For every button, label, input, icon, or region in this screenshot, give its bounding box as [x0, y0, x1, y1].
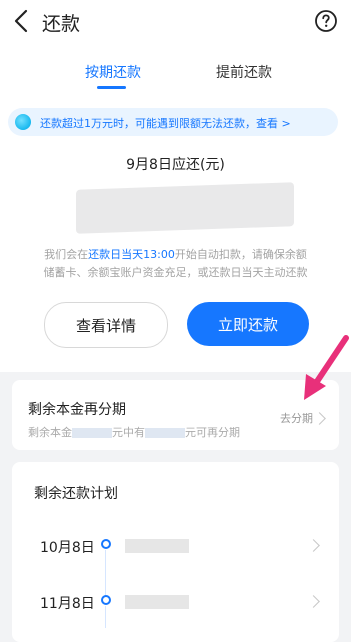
desc-suffix: 开始自动扣款，请确保余额 — [174, 248, 307, 261]
installment-title: 剩余本金再分期 — [28, 402, 126, 418]
auto-debit-description-line2: 储蓄卡、余额宝账户资金充足，或还款日当天主动还款 — [43, 266, 308, 279]
back-icon[interactable] — [8, 6, 36, 36]
plan-title: 剩余还款计划 — [34, 486, 118, 502]
tab-early-repayment[interactable]: 提前还款 — [216, 62, 272, 82]
timeline-dot — [101, 595, 111, 605]
timeline-dot — [101, 539, 111, 549]
active-tab-indicator — [97, 86, 126, 89]
limit-notice-text[interactable]: 还款超过1万元时，可能遇到限额无法还款，查看 > — [40, 115, 291, 131]
help-icon[interactable] — [314, 9, 338, 33]
repay-now-button[interactable]: 立即还款 — [187, 302, 309, 346]
installment-sub-suffix: 元可再分期 — [185, 426, 240, 439]
tab-bar — [0, 44, 351, 92]
redacted-value — [145, 428, 185, 438]
redacted-value — [72, 428, 112, 438]
page-title: 还款 — [42, 13, 81, 35]
plan-amount-redacted — [125, 539, 189, 553]
plan-item-date: 11月8日 — [40, 596, 95, 612]
desc-prefix: 我们会在 — [44, 248, 89, 261]
plan-amount-redacted — [125, 595, 189, 609]
view-details-button[interactable]: 查看详情 — [44, 302, 168, 348]
amount-redacted — [76, 182, 294, 234]
auto-debit-description: 我们会在还款日当天13:00开始自动扣款，请确保余额 — [14, 246, 337, 264]
plan-item-date: 10月8日 — [40, 540, 95, 556]
installment-sub-prefix: 剩余本金 — [28, 426, 72, 439]
annotation-arrow-icon — [304, 335, 349, 400]
installment-sub-middle: 元中有 — [112, 426, 145, 439]
tab-scheduled-repayment[interactable]: 按期还款 — [85, 62, 141, 82]
go-installment-link[interactable]: 去分期 — [280, 410, 313, 426]
desc-highlight: 还款日当天13:00 — [88, 248, 175, 261]
timeline-line — [105, 606, 106, 628]
timeline-line — [105, 550, 106, 600]
due-amount-title: 9月8日应还(元) — [126, 157, 225, 173]
info-dot-icon — [15, 114, 31, 130]
installment-subtitle: 剩余本金 元中有 元可再分期 — [28, 424, 240, 440]
